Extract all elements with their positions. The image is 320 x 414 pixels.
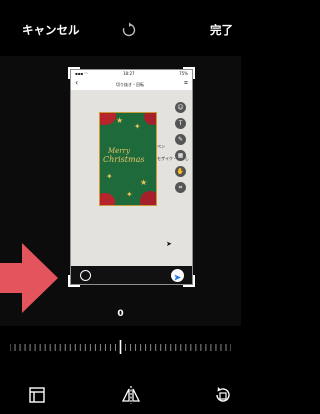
photo-circle-icon: [80, 270, 91, 281]
flip-horizontal-icon[interactable]: [121, 385, 141, 405]
crop-handle-bottom-right[interactable]: [183, 275, 195, 287]
rotate-reset-icon[interactable]: [121, 22, 137, 38]
card-title-line2: Christmas: [103, 155, 145, 164]
rotation-ruler[interactable]: [10, 340, 231, 354]
pen-tool-icon: ✎: [175, 134, 186, 145]
rotation-angle-value: 0: [117, 309, 124, 319]
done-button[interactable]: 完了: [210, 22, 233, 38]
photo-status-bar: ▪▪▪ ◠ 18:27 75%: [71, 70, 192, 78]
photo-canvas: ★ ✦ ✦ ★ ✦ Merry Christmas ペン モザイク・ぼかし ☺ …: [71, 90, 192, 266]
hand-tool-icon: ✋: [175, 166, 186, 177]
crop-icon: ⌗: [184, 79, 188, 87]
photo-tool-column: ☺ T ✎ ▦ ✋ ⌗: [173, 102, 189, 198]
rotate-90-icon[interactable]: [213, 385, 233, 405]
aspect-ratio-icon[interactable]: [27, 385, 47, 405]
annotation-arrow-icon: [0, 243, 58, 313]
photo-content: ▪▪▪ ◠ 18:27 75% ‹ 切り抜き・回転 ⌗ ★ ✦ ✦ ★ ✦ Me…: [71, 70, 192, 284]
crop-handle-top-left[interactable]: [68, 67, 80, 79]
christmas-card: ★ ✦ ✦ ★ ✦ Merry Christmas: [99, 112, 157, 206]
text-tool-icon: T: [175, 118, 186, 129]
crop-handle-top-right[interactable]: [183, 67, 195, 79]
photo-status-time: 18:27: [123, 71, 135, 76]
card-title-line1: Merry: [108, 147, 130, 155]
photo-nav-bar: ‹ 切り抜き・回転 ⌗: [71, 78, 192, 90]
bottom-toolbar: [0, 375, 241, 414]
crop-handle-bottom-left[interactable]: [68, 275, 80, 287]
mouse-pointer-icon: ➤: [166, 240, 172, 248]
card-side-text-1: ペン: [157, 144, 165, 149]
crop-area[interactable]: ▪▪▪ ◠ 18:27 75% ‹ 切り抜き・回転 ⌗ ★ ✦ ✦ ★ ✦ Me…: [70, 69, 193, 285]
mosaic-tool-icon: ▦: [175, 150, 186, 161]
crop-tool-icon: ⌗: [175, 182, 186, 193]
photo-nav-title: 切り抜き・回転: [116, 82, 144, 87]
back-icon: ‹: [75, 78, 79, 87]
top-toolbar: キャンセル 完了: [0, 0, 241, 56]
photo-bottom-bar: [71, 266, 192, 284]
sticker-tool-icon: ☺: [175, 102, 186, 113]
cancel-button[interactable]: キャンセル: [22, 22, 80, 38]
